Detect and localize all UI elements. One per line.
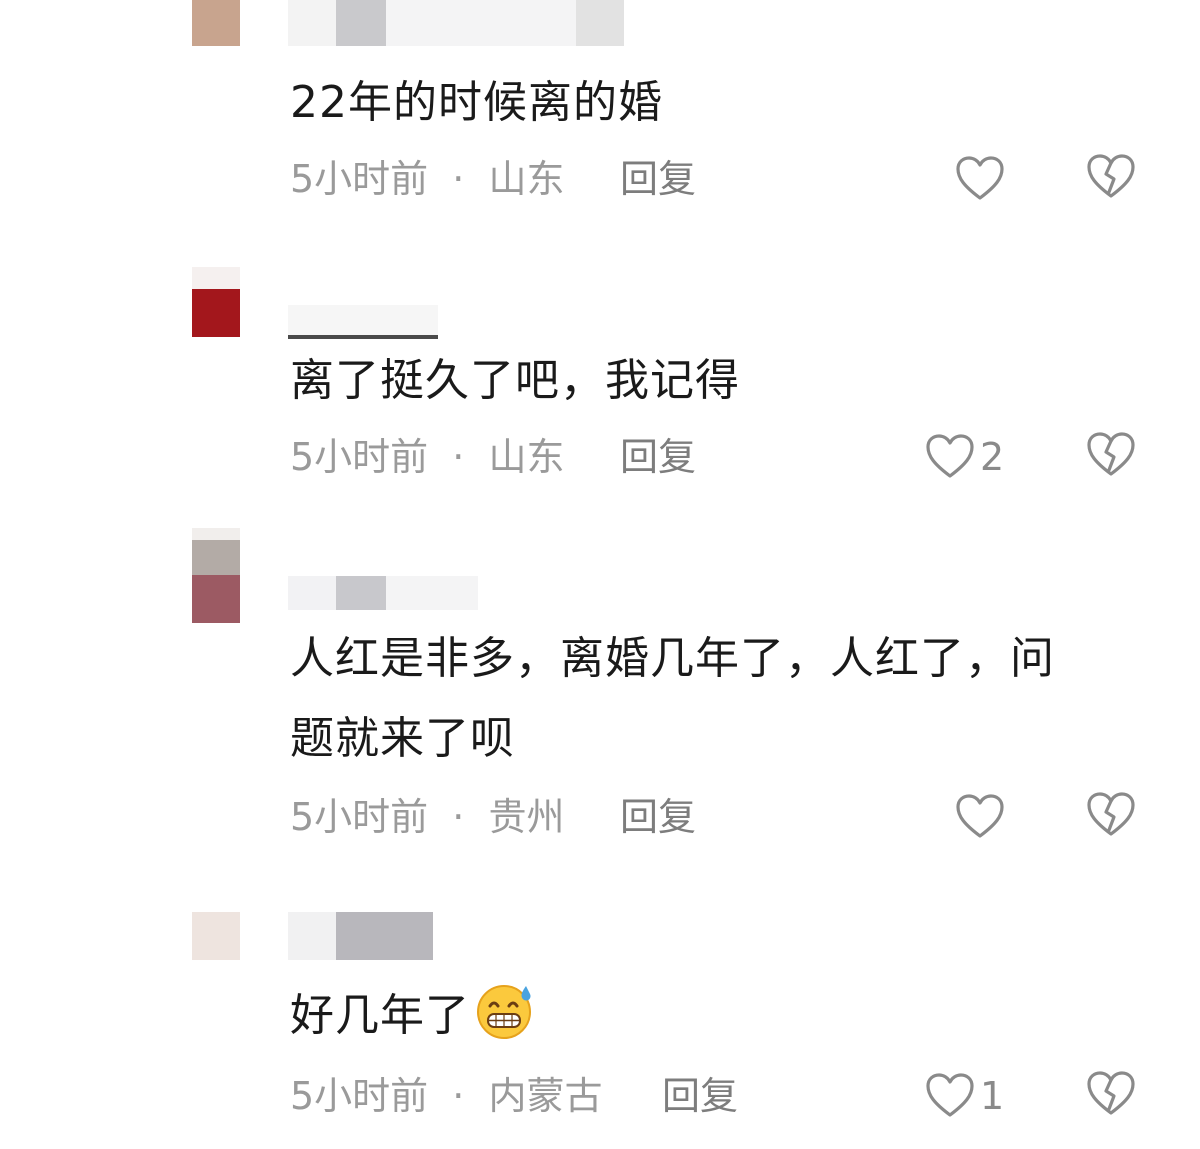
comment-time: 5小时前 bbox=[290, 1074, 429, 1118]
comment-meta: 5小时前 · 山东 回复 bbox=[290, 154, 696, 204]
comment-item: 离了挺久了吧，我记得 5小时前 · 山东 回复 2 bbox=[0, 265, 1200, 515]
heart-outline-icon bbox=[924, 432, 976, 482]
comment-time: 5小时前 bbox=[290, 795, 429, 839]
like-count: 2 bbox=[980, 435, 1005, 479]
comment-location: 内蒙古 bbox=[488, 1074, 603, 1118]
comment-text-content: 好几年了 bbox=[290, 990, 470, 1041]
reply-button[interactable]: 回复 bbox=[620, 792, 696, 842]
avatar[interactable] bbox=[192, 912, 240, 970]
comment-text-line2: 题就来了呗 bbox=[290, 713, 515, 764]
username-blurred[interactable] bbox=[288, 912, 433, 960]
avatar[interactable] bbox=[192, 267, 240, 337]
comment-meta: 5小时前 · 贵州 回复 bbox=[290, 792, 696, 842]
dislike-button[interactable] bbox=[1085, 154, 1137, 204]
meta-separator: · bbox=[452, 435, 465, 479]
dislike-button[interactable] bbox=[1085, 1071, 1137, 1121]
dislike-button[interactable] bbox=[1085, 432, 1137, 482]
comment-text: 22年的时候离的婚 bbox=[290, 77, 663, 128]
broken-heart-icon bbox=[1085, 1069, 1137, 1123]
comment-meta: 5小时前 · 山东 回复 bbox=[290, 432, 696, 482]
comment-time: 5小时前 bbox=[290, 435, 429, 479]
comment-location: 山东 bbox=[488, 157, 565, 201]
comment-text: 离了挺久了吧，我记得 bbox=[290, 355, 740, 406]
comment-location: 贵州 bbox=[488, 795, 565, 839]
comment-time: 5小时前 bbox=[290, 157, 429, 201]
comment-text-line1: 人红是非多，离婚几年了，人红了，问 bbox=[290, 633, 1055, 684]
comment-location: 山东 bbox=[488, 435, 565, 479]
like-button[interactable] bbox=[954, 792, 1006, 842]
meta-separator: · bbox=[452, 795, 465, 839]
grinning-sweat-emoji bbox=[474, 980, 538, 1067]
heart-outline-icon bbox=[924, 1071, 976, 1121]
username-blurred[interactable] bbox=[288, 305, 438, 339]
avatar[interactable] bbox=[192, 528, 240, 623]
comment-meta: 5小时前 · 内蒙古 回复 bbox=[290, 1071, 738, 1121]
broken-heart-icon bbox=[1085, 790, 1137, 844]
comment-item: 22年的时候离的婚 5小时前 · 山东 回复 bbox=[0, 0, 1200, 230]
heart-outline-icon bbox=[954, 154, 1006, 204]
heart-outline-icon bbox=[954, 792, 1006, 842]
comment-item: 人红是非多，离婚几年了，人红了，问 题就来了呗 5小时前 · 贵州 回复 bbox=[0, 528, 1200, 878]
broken-heart-icon bbox=[1085, 430, 1137, 484]
reply-button[interactable]: 回复 bbox=[620, 154, 696, 204]
meta-separator: · bbox=[452, 157, 465, 201]
like-button[interactable] bbox=[954, 154, 1006, 204]
comment-text: 好几年了 bbox=[290, 975, 1150, 1067]
like-count: 1 bbox=[980, 1074, 1005, 1118]
reply-button[interactable]: 回复 bbox=[662, 1071, 738, 1121]
dislike-button[interactable] bbox=[1085, 792, 1137, 842]
avatar[interactable] bbox=[192, 0, 240, 46]
username-blurred[interactable] bbox=[288, 576, 478, 610]
like-button[interactable]: 2 bbox=[924, 432, 1004, 482]
comment-item: 好几年了 5小时前 · 内蒙古 回复 1 bbox=[0, 910, 1200, 1149]
like-button[interactable]: 1 bbox=[924, 1071, 1004, 1121]
reply-button[interactable]: 回复 bbox=[620, 432, 696, 482]
broken-heart-icon bbox=[1085, 152, 1137, 206]
meta-separator: · bbox=[452, 1074, 465, 1118]
username-blurred[interactable] bbox=[288, 0, 628, 46]
